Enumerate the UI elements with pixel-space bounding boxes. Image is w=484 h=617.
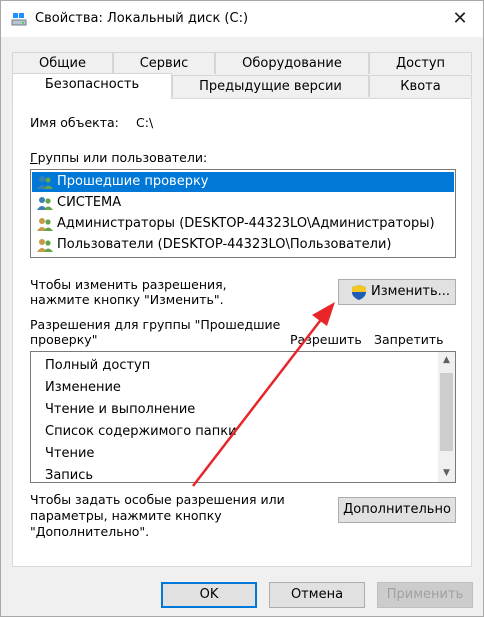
advanced-hint-line2: параметры, нажмите кнопку bbox=[30, 508, 222, 523]
window-title: Свойства: Локальный диск (C:) bbox=[35, 11, 249, 26]
tab-previous-versions[interactable]: Предыдущие версии bbox=[172, 75, 369, 97]
tab-sharing[interactable]: Доступ bbox=[369, 52, 472, 74]
change-hint-line1: Чтобы изменить разрешения, bbox=[30, 277, 227, 292]
list-item[interactable]: Прошедшие проверку bbox=[32, 172, 454, 192]
scroll-down-icon[interactable]: ▼ bbox=[438, 465, 455, 482]
perms-label-line1: Разрешения для группы "Прошедшие bbox=[30, 317, 281, 332]
permissions-scrollbar[interactable]: ▲ ▼ bbox=[438, 352, 455, 482]
change-hint-line2: нажмите кнопку "Изменить". bbox=[30, 292, 224, 307]
security-panel: Имя объекта: C:\ Группы или пользователи… bbox=[12, 98, 472, 567]
groups-label: Группы или пользователи: bbox=[30, 150, 208, 165]
tab-general[interactable]: Общие bbox=[12, 52, 113, 74]
list-item[interactable]: СИСТЕМА bbox=[32, 193, 454, 213]
permission-row: Изменение bbox=[45, 380, 121, 395]
change-button[interactable]: Изменить... bbox=[338, 279, 456, 305]
object-name-value: C:\ bbox=[136, 115, 154, 130]
list-item[interactable]: Пользователи (DESKTOP-44323LO\Пользовате… bbox=[32, 235, 454, 255]
deny-column-header: Запретить bbox=[374, 332, 444, 347]
permissions-listbox[interactable]: Полный доступ Изменение Чтение и выполне… bbox=[30, 351, 456, 483]
advanced-button[interactable]: Дополнительно bbox=[338, 497, 456, 523]
tab-security[interactable]: Безопасность bbox=[12, 73, 172, 99]
tab-hardware[interactable]: Оборудование bbox=[215, 52, 369, 74]
advanced-button-label: Дополнительно bbox=[343, 502, 451, 517]
close-button[interactable]: ✕ bbox=[437, 1, 483, 37]
object-name-label: Имя объекта: bbox=[30, 115, 119, 130]
permission-row: Список содержимого папки bbox=[45, 424, 237, 439]
groups-label-rest: руппы или пользователи: bbox=[37, 150, 208, 165]
advanced-hint-line1: Чтобы задать особые разрешения или bbox=[30, 492, 285, 507]
title-bar[interactable]: Свойства: Локальный диск (C:) ✕ bbox=[1, 1, 483, 37]
cancel-button[interactable]: Отмена bbox=[269, 582, 365, 608]
properties-window: Свойства: Локальный диск (C:) ✕ Общие Се… bbox=[0, 0, 484, 617]
permission-row: Полный доступ bbox=[45, 358, 151, 373]
users-group-icon bbox=[37, 176, 53, 189]
users-group-icon bbox=[37, 197, 53, 210]
permission-row: Чтение bbox=[45, 446, 95, 461]
tab-quota[interactable]: Квота bbox=[369, 75, 472, 97]
change-button-label: Изменить... bbox=[371, 284, 451, 299]
users-group-icon bbox=[37, 218, 53, 231]
uac-shield-icon bbox=[352, 285, 366, 300]
groups-listbox[interactable]: Прошедшие проверку СИСТЕМА Администратор… bbox=[30, 169, 456, 258]
close-icon: ✕ bbox=[452, 8, 468, 29]
users-group-icon bbox=[37, 239, 53, 252]
tab-service[interactable]: Сервис bbox=[113, 52, 215, 74]
advanced-hint-line3: "Дополнительно". bbox=[30, 524, 150, 539]
drive-icon bbox=[11, 13, 27, 26]
scroll-thumb[interactable] bbox=[440, 373, 453, 451]
allow-column-header: Разрешить bbox=[290, 332, 362, 347]
permission-row: Чтение и выполнение bbox=[45, 402, 196, 417]
apply-button[interactable]: Применить bbox=[377, 582, 473, 608]
perms-label-line2: проверку" bbox=[30, 332, 98, 347]
scroll-up-icon[interactable]: ▲ bbox=[438, 352, 455, 369]
ok-button[interactable]: OK bbox=[161, 582, 257, 608]
permission-row: Запись bbox=[45, 468, 94, 483]
list-item[interactable]: Администраторы (DESKTOP-44323LO\Админист… bbox=[32, 214, 454, 234]
